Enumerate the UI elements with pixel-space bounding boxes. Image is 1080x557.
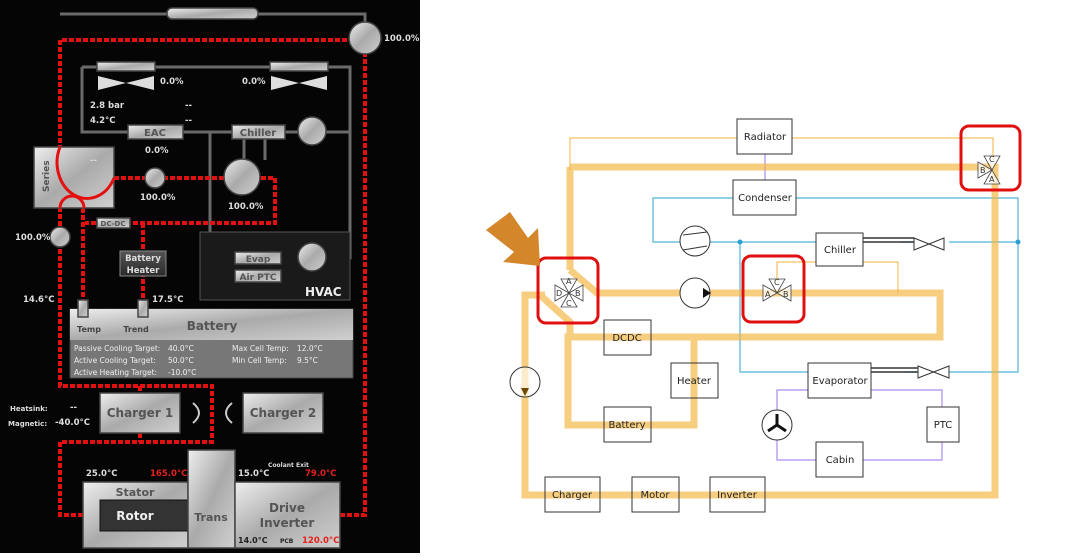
svg-text:DCDC: DCDC: [612, 333, 641, 344]
svg-text:Coolant Exit: Coolant Exit: [268, 462, 309, 469]
svg-text:C: C: [566, 299, 572, 308]
svg-text:Inverter: Inverter: [717, 490, 758, 501]
three-way-valve-icon: A BC: [762, 278, 792, 302]
left-pump-icon: [49, 226, 71, 248]
svg-text:100.0%: 100.0%: [140, 193, 176, 203]
svg-text:Inverter: Inverter: [260, 516, 315, 530]
svg-text:C: C: [989, 155, 995, 164]
svg-text:15.0°C: 15.0°C: [238, 469, 269, 479]
compressor-icon: [297, 116, 327, 146]
svg-text:Condenser: Condenser: [738, 193, 793, 204]
svg-text:-40.0°C: -40.0°C: [55, 418, 90, 428]
battery-panel: Temp Trend Battery Passive Cooling Targe…: [69, 299, 354, 379]
svg-text:C: C: [774, 278, 780, 287]
svg-text:Battery: Battery: [125, 254, 161, 264]
svg-text:Charger 2: Charger 2: [250, 406, 317, 420]
svg-text:4.2°C: 4.2°C: [90, 116, 116, 126]
thermal-schematic: Radiator Condenser Chiller DCDC Heater B…: [420, 0, 1080, 553]
svg-text:17.5°C: 17.5°C: [152, 295, 183, 305]
svg-text:DC-DC: DC-DC: [101, 220, 126, 228]
svg-text:B: B: [980, 166, 986, 175]
fan-right-icon: [269, 61, 329, 90]
dashboard-canvas: 100.0% 0.0% 0.0% 2.8 bar -- 4.2°C -- EAC…: [8, 7, 420, 549]
coolant-loop: [521, 163, 999, 499]
svg-text:100.0%: 100.0%: [384, 34, 420, 44]
svg-text:Motor: Motor: [641, 490, 671, 501]
svg-text:Stator: Stator: [116, 486, 155, 499]
svg-text:Charger 1: Charger 1: [107, 406, 174, 420]
svg-text:12.0°C: 12.0°C: [297, 344, 323, 353]
transmission-box: [187, 449, 236, 549]
svg-text:B: B: [783, 290, 789, 299]
svg-text:Cabin: Cabin: [826, 455, 855, 466]
valve-highlight: [741, 254, 806, 324]
svg-text:165.0°C: 165.0°C: [150, 469, 187, 479]
svg-text:--: --: [70, 403, 78, 413]
svg-text:Heater: Heater: [127, 266, 160, 276]
svg-text:40.0°C: 40.0°C: [168, 344, 194, 353]
thermal-dashboard: 100.0% 0.0% 0.0% 2.8 bar -- 4.2°C -- EAC…: [0, 0, 420, 553]
svg-text:--: --: [185, 116, 193, 126]
svg-text:120.0°C: 120.0°C: [302, 536, 339, 546]
svg-text:--: --: [185, 101, 193, 111]
svg-text:Active Heating Target:: Active Heating Target:: [74, 368, 157, 377]
radiator: [166, 7, 259, 20]
svg-text:B: B: [575, 289, 581, 298]
radiator-pump-icon: [348, 21, 382, 55]
svg-text:14.0°C: 14.0°C: [238, 536, 268, 545]
svg-text:Magnetic:: Magnetic:: [8, 420, 47, 428]
svg-text:PCB: PCB: [280, 538, 294, 545]
svg-text:25.0°C: 25.0°C: [86, 469, 117, 479]
schematic-canvas: Radiator Condenser Chiller DCDC Heater B…: [486, 118, 1022, 513]
svg-text:Rotor: Rotor: [116, 509, 153, 523]
svg-text:Evaporator: Evaporator: [812, 376, 868, 387]
expansion-valve-icon: [913, 237, 950, 379]
svg-text:Series: Series: [42, 160, 52, 192]
svg-text:Max Cell Temp:: Max Cell Temp:: [232, 344, 289, 353]
svg-text:Air PTC: Air PTC: [240, 273, 277, 283]
svg-text:Trans: Trans: [194, 511, 228, 524]
svg-text:50.0°C: 50.0°C: [168, 356, 194, 365]
svg-text:Trend: Trend: [123, 325, 149, 334]
svg-text:100.0%: 100.0%: [228, 202, 264, 212]
svg-text:A: A: [765, 290, 771, 299]
svg-text:D: D: [556, 289, 562, 298]
svg-text:Battery: Battery: [608, 420, 645, 431]
svg-text:0.0%: 0.0%: [145, 146, 169, 156]
svg-text:Radiator: Radiator: [744, 132, 787, 143]
pointer-arrow-icon: [486, 212, 540, 266]
svg-text:Active Cooling Target:: Active Cooling Target:: [74, 356, 156, 365]
svg-text:0.0%: 0.0%: [160, 77, 184, 87]
svg-text:Chiller: Chiller: [240, 128, 277, 139]
svg-text:Heater: Heater: [677, 376, 712, 387]
pump-icon: [144, 167, 166, 189]
svg-text:Min Cell Temp:: Min Cell Temp:: [232, 356, 287, 365]
svg-text:Heatsink:: Heatsink:: [10, 405, 48, 413]
svg-text:HVAC: HVAC: [305, 285, 342, 299]
svg-text:EAC: EAC: [144, 128, 166, 139]
svg-text:79.0°C: 79.0°C: [305, 469, 336, 479]
svg-text:Temp: Temp: [77, 325, 101, 334]
compressor-icon: [679, 225, 711, 257]
svg-text:A: A: [989, 175, 995, 184]
svg-text:Drive: Drive: [269, 501, 305, 515]
svg-text:9.5°C: 9.5°C: [297, 356, 318, 365]
svg-text:Chiller: Chiller: [824, 245, 857, 256]
svg-text:0.0%: 0.0%: [242, 77, 266, 87]
svg-text:--: --: [90, 156, 98, 166]
svg-text:A: A: [566, 277, 572, 286]
svg-text:Evap: Evap: [246, 255, 271, 265]
fan-left-icon: [96, 61, 156, 90]
svg-text:14.6°C: 14.6°C: [23, 295, 54, 305]
chiller-pump-icon: [223, 158, 261, 196]
svg-text:100.0%: 100.0%: [15, 233, 51, 243]
svg-text:-10.0°C: -10.0°C: [168, 368, 196, 377]
svg-text:PTC: PTC: [934, 420, 953, 431]
svg-text:Charger: Charger: [552, 490, 593, 501]
svg-text:2.8 bar: 2.8 bar: [90, 101, 125, 111]
svg-text:Passive Cooling Target:: Passive Cooling Target:: [74, 344, 160, 353]
hvac-compressor-icon: [297, 242, 327, 272]
svg-text:Battery: Battery: [187, 319, 238, 333]
